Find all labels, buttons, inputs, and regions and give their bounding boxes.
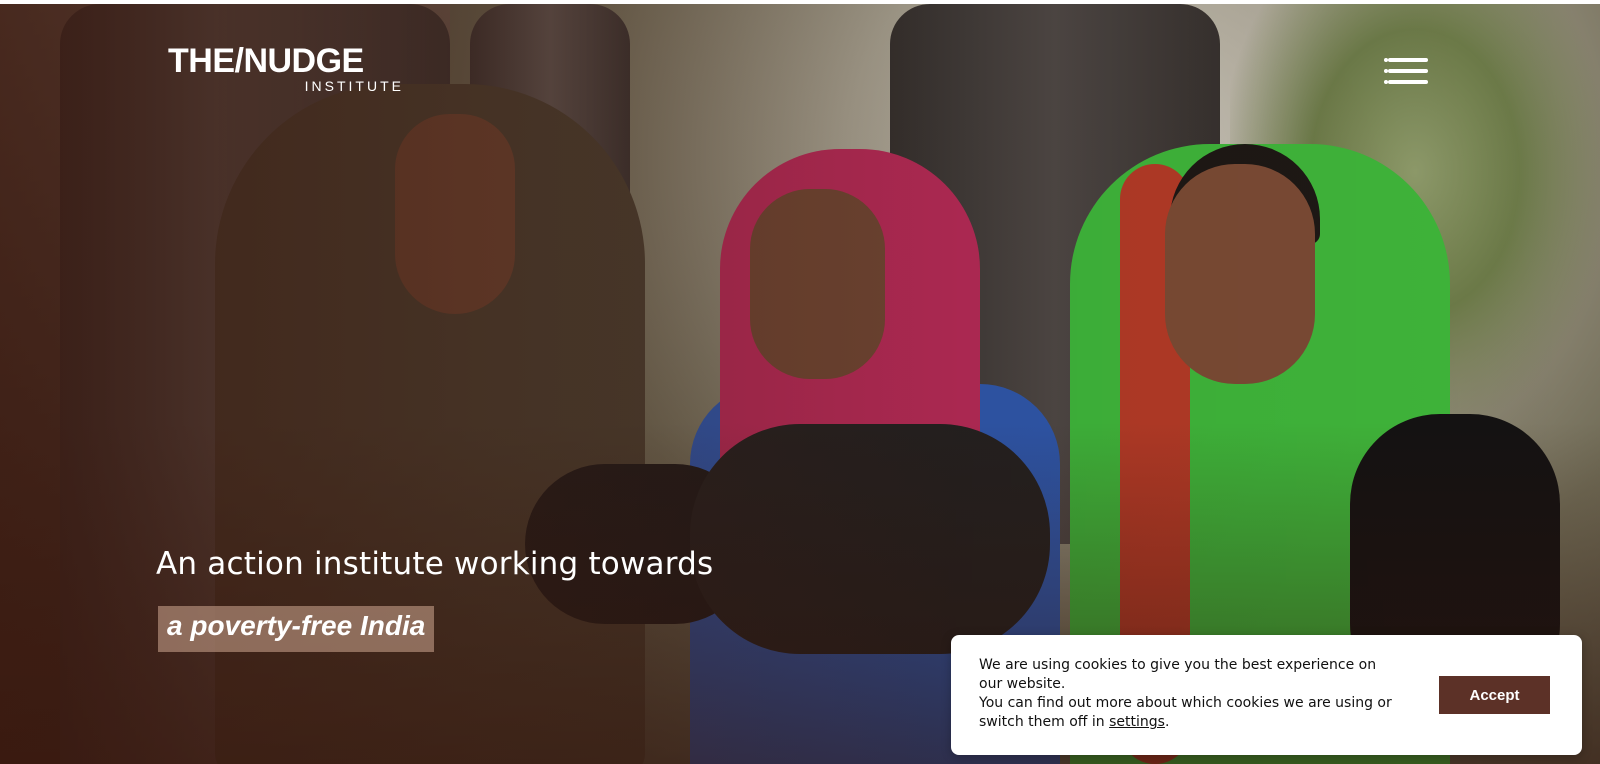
logo-main-text: THE/NUDGE xyxy=(168,42,364,80)
cookie-message: We are using cookies to give you the bes… xyxy=(979,656,1399,732)
cookie-line-2: You can find out more about which cookie… xyxy=(979,694,1399,732)
hero-tagline: a poverty-free India xyxy=(167,610,426,641)
accept-cookies-button[interactable]: Accept xyxy=(1439,676,1550,714)
site-logo[interactable]: THE/NUDGE INSTITUTE xyxy=(168,44,408,94)
cookie-line-2-suffix: . xyxy=(1164,714,1170,730)
hamburger-menu-icon[interactable] xyxy=(1384,56,1430,86)
cookie-line-2-prefix: You can find out more about which cookie… xyxy=(979,695,1392,730)
logo-sub-text: INSTITUTE xyxy=(304,78,404,94)
hero-headline: An action institute working towards xyxy=(156,546,714,582)
cookie-line-1: We are using cookies to give you the bes… xyxy=(979,657,1377,692)
cookie-settings-link[interactable]: settings xyxy=(1109,714,1165,730)
cookie-banner: We are using cookies to give you the bes… xyxy=(951,635,1582,755)
